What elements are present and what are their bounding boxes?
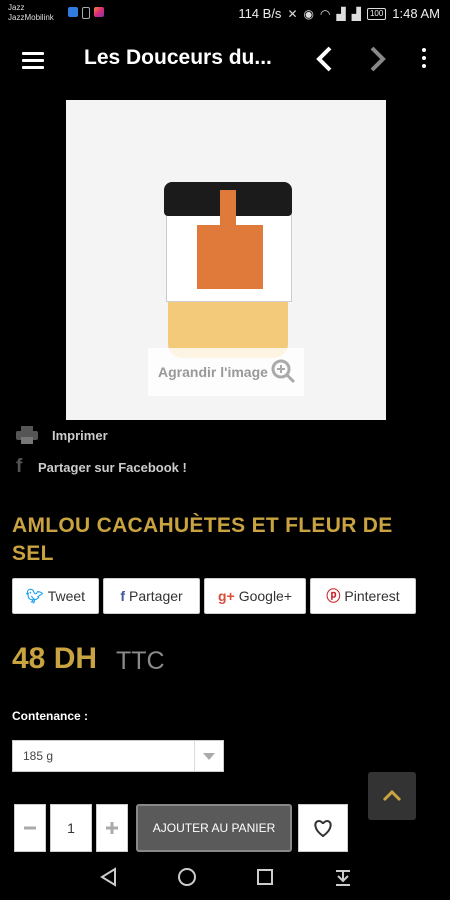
eye-icon: ◉ <box>303 6 314 21</box>
pinterest-button[interactable]: ⓟ Pinterest <box>310 578 416 614</box>
wifi-icon: ◠ <box>319 6 331 21</box>
quantity-increase-button[interactable] <box>96 804 128 852</box>
product-price: 48 DH <box>12 642 98 675</box>
quantity-input[interactable]: 1 <box>50 804 92 852</box>
mute-icon: ✕ <box>287 6 298 21</box>
contenance-label: Contenance : <box>12 709 89 723</box>
facebook-share-link[interactable]: f Partager sur Facebook ! <box>16 456 187 478</box>
usb-icon <box>82 7 90 19</box>
chevron-up-icon <box>382 789 402 802</box>
app-bar: Les Douceurs du... <box>0 30 450 92</box>
product-image[interactable]: Agrandir l'image <box>66 100 386 420</box>
facebook-icon: f <box>16 456 23 477</box>
status-right: 114 B/s ✕ ◉ ◠ ▟ ▟ 100 1:48 AM <box>238 6 440 21</box>
signal-icon: ▟ <box>336 6 346 21</box>
print-label: Imprimer <box>52 427 108 443</box>
facebook-share-button-label: Partager <box>128 588 183 604</box>
google-plus-label: Google+ <box>238 588 293 604</box>
signal-2-icon: ▟ <box>351 6 361 21</box>
battery-icon: 100 <box>366 7 387 20</box>
plus-icon <box>106 822 118 834</box>
carrier-name: Jazz JazzMobilink <box>8 3 54 23</box>
zoom-image-button[interactable]: Agrandir l'image <box>148 348 304 396</box>
facebook-icon: f <box>120 588 125 604</box>
scroll-to-top-button[interactable] <box>368 772 416 820</box>
product-title: AMLOU CACAHUÈTES ET FLEUR DE SEL <box>12 514 393 565</box>
minus-icon <box>24 826 36 830</box>
contenance-value: 185 g <box>23 749 54 763</box>
carrier-line-2: JazzMobilink <box>8 13 54 22</box>
wishlist-button[interactable] <box>298 804 348 852</box>
notification-icons <box>68 7 104 19</box>
contenance-select[interactable]: 185 g <box>12 740 224 772</box>
google-plus-button[interactable]: g+ Google+ <box>204 578 306 614</box>
system-nav-bar <box>0 854 450 900</box>
tweet-button[interactable]: 🐦︎ Tweet <box>12 578 99 614</box>
facebook-share-label: Partager sur Facebook ! <box>38 459 187 475</box>
page-title: Les Douceurs du... <box>84 46 272 69</box>
more-icon[interactable] <box>420 48 428 72</box>
menu-icon[interactable] <box>22 52 44 69</box>
pinterest-label: Pinterest <box>344 588 400 604</box>
twitter-icon: 🐦︎ <box>25 587 44 604</box>
recents-nav-icon[interactable] <box>254 866 276 888</box>
back-nav-icon[interactable] <box>98 866 120 888</box>
quantity-decrease-button[interactable] <box>14 804 46 852</box>
instagram-icon <box>94 7 104 17</box>
carrier-line-1: Jazz <box>8 3 25 12</box>
zoom-label: Agrandir l'image <box>158 364 268 380</box>
notification-pull-icon[interactable] <box>332 866 354 888</box>
print-icon <box>16 426 38 444</box>
forward-icon[interactable] <box>364 44 390 74</box>
network-speed: 114 B/s <box>238 6 282 21</box>
status-bar: Jazz JazzMobilink 114 B/s ✕ ◉ ◠ ▟ ▟ 100 … <box>0 0 450 30</box>
chevron-down-icon <box>194 741 223 771</box>
google-plus-icon: g+ <box>217 588 235 604</box>
add-to-cart-button[interactable]: AJOUTER AU PANIER <box>136 804 292 852</box>
heart-icon <box>314 819 332 838</box>
back-icon[interactable] <box>312 44 338 74</box>
zoom-icon <box>270 358 296 384</box>
tax-label: TTC <box>116 647 165 675</box>
pinterest-icon: ⓟ <box>326 588 341 604</box>
messenger-icon <box>68 7 78 17</box>
clock: 1:48 AM <box>392 6 440 21</box>
home-nav-icon[interactable] <box>176 866 198 888</box>
tweet-label: Tweet <box>47 588 86 604</box>
print-link[interactable]: Imprimer <box>16 424 108 446</box>
jar-photo <box>164 182 292 358</box>
facebook-share-button[interactable]: f Partager <box>103 578 200 614</box>
